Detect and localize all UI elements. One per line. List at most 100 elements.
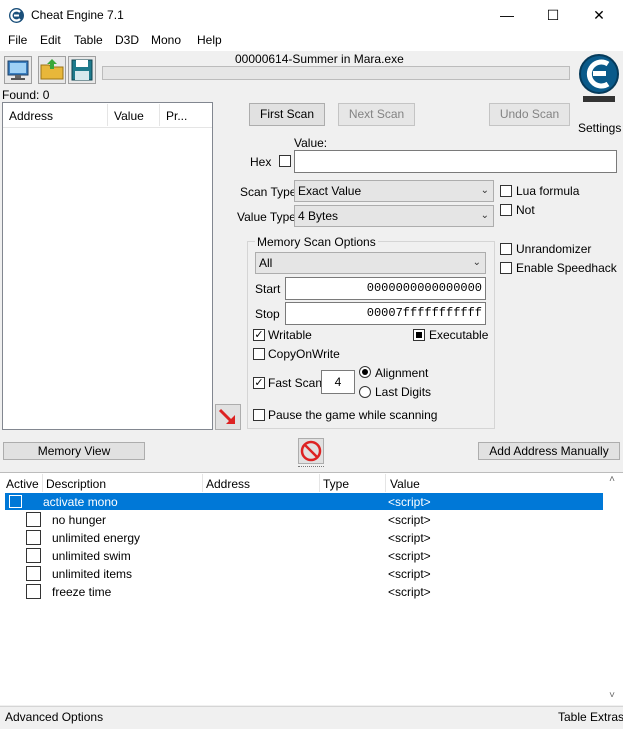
value-type-select[interactable]: 4 Bytes ⌄ xyxy=(294,205,494,227)
copy-on-write-checkbox[interactable] xyxy=(253,348,265,360)
value-label: Value: xyxy=(294,136,328,150)
row-value: <script> xyxy=(388,495,431,509)
memory-region-value: All xyxy=(259,256,273,270)
results-col-value[interactable]: Value xyxy=(114,109,144,123)
save-icon xyxy=(71,59,93,81)
scan-type-label: Scan Type xyxy=(240,185,297,199)
splitter-handle[interactable] xyxy=(298,466,324,470)
last-digits-label: Last Digits xyxy=(375,385,432,399)
row-active-checkbox[interactable] xyxy=(26,566,41,581)
table-col-active[interactable]: Active xyxy=(6,477,39,491)
process-name: 00000614-Summer in Mara.exe xyxy=(235,52,404,66)
menu-table[interactable]: Table xyxy=(74,33,103,47)
add-address-manually-button[interactable]: Add Address Manually xyxy=(478,442,620,460)
lua-formula-checkbox[interactable] xyxy=(500,185,512,197)
speedhack-checkbox[interactable] xyxy=(500,262,512,274)
table-col-address[interactable]: Address xyxy=(206,477,250,491)
stop-icon[interactable] xyxy=(298,438,324,464)
fast-scan-checkbox[interactable]: ✓ xyxy=(253,377,265,389)
fast-scan-value: 4 xyxy=(334,375,342,389)
col-divider xyxy=(107,104,108,126)
cheat-engine-logo-icon[interactable] xyxy=(577,52,621,104)
row-value: <script> xyxy=(388,567,431,581)
menu-edit[interactable]: Edit xyxy=(40,33,61,47)
value-type-label: Value Type xyxy=(237,210,296,224)
pause-game-label: Pause the game while scanning xyxy=(268,408,438,422)
row-description: activate mono xyxy=(43,495,118,509)
settings-label[interactable]: Settings xyxy=(578,121,621,135)
alignment-radio[interactable] xyxy=(359,366,371,378)
start-address-value: 0000000000000000 xyxy=(366,281,482,295)
pause-game-checkbox[interactable] xyxy=(253,409,265,421)
row-value: <script> xyxy=(388,513,431,527)
next-scan-button[interactable]: Next Scan xyxy=(338,103,415,126)
scan-type-select[interactable]: Exact Value ⌄ xyxy=(294,180,494,202)
advanced-options-link[interactable]: Advanced Options xyxy=(5,710,103,724)
results-col-previous[interactable]: Pr... xyxy=(166,109,187,123)
last-digits-radio[interactable] xyxy=(359,386,371,398)
computer-icon xyxy=(7,60,29,80)
window-title: Cheat Engine 7.1 xyxy=(31,8,124,22)
row-active-checkbox[interactable] xyxy=(26,530,41,545)
copy-on-write-label: CopyOnWrite xyxy=(268,347,340,361)
fast-scan-label: Fast Scan xyxy=(268,376,323,390)
col-divider xyxy=(159,104,160,126)
results-col-address[interactable]: Address xyxy=(9,109,53,123)
memory-region-select[interactable]: All ⌄ xyxy=(255,252,486,274)
menu-help[interactable]: Help xyxy=(197,33,222,47)
writable-label: Writable xyxy=(268,328,312,342)
row-active-checkbox[interactable] xyxy=(9,495,22,508)
menu-mono[interactable]: Mono xyxy=(151,33,181,47)
not-label: Not xyxy=(516,203,535,217)
fast-scan-input[interactable]: 4 xyxy=(321,370,355,394)
results-list[interactable] xyxy=(2,102,213,430)
close-button[interactable]: ✕ xyxy=(576,0,622,31)
unrandomizer-checkbox[interactable] xyxy=(500,243,512,255)
scroll-down-icon[interactable]: ˅ xyxy=(606,690,618,702)
table-col-type[interactable]: Type xyxy=(323,477,349,491)
undo-scan-button[interactable]: Undo Scan xyxy=(489,103,570,126)
first-scan-button[interactable]: First Scan xyxy=(249,103,325,126)
unrandomizer-label: Unrandomizer xyxy=(516,242,592,256)
start-address-input[interactable]: 0000000000000000 xyxy=(285,277,486,300)
hex-label: Hex xyxy=(250,155,272,169)
speedhack-label: Enable Speedhack xyxy=(516,261,617,275)
table-col-value[interactable]: Value xyxy=(390,477,420,491)
chevron-down-icon: ⌄ xyxy=(480,185,489,196)
open-file-button[interactable] xyxy=(38,56,66,84)
alignment-label: Alignment xyxy=(375,366,429,380)
open-process-button[interactable] xyxy=(4,56,32,84)
row-active-checkbox[interactable] xyxy=(26,512,41,527)
row-description: freeze time xyxy=(52,585,112,599)
row-active-checkbox[interactable] xyxy=(26,584,41,599)
scan-progress-bar xyxy=(102,66,570,80)
scroll-up-icon[interactable]: ˄ xyxy=(606,474,618,486)
save-button[interactable] xyxy=(68,56,96,84)
stop-label: Stop xyxy=(255,307,280,321)
chevron-down-icon: ⌄ xyxy=(480,210,489,221)
row-description: unlimited swim xyxy=(52,549,131,563)
minimize-button[interactable]: — xyxy=(484,0,530,31)
stop-address-input[interactable]: 00007fffffffffff xyxy=(285,302,486,325)
table-col-description[interactable]: Description xyxy=(46,477,106,491)
row-active-checkbox[interactable] xyxy=(26,548,41,563)
menu-file[interactable]: File xyxy=(8,33,27,47)
folder-icon xyxy=(40,59,64,80)
col-divider xyxy=(202,474,203,492)
hex-checkbox[interactable] xyxy=(279,155,291,167)
maximize-button[interactable]: ☐ xyxy=(530,0,576,31)
menu-d3d[interactable]: D3D xyxy=(115,33,139,47)
value-input[interactable] xyxy=(294,150,617,173)
executable-checkbox[interactable] xyxy=(413,329,425,341)
memory-view-button[interactable]: Memory View xyxy=(3,442,145,460)
stop-address-value: 00007fffffffffff xyxy=(366,306,482,320)
table-extras-link[interactable]: Table Extras xyxy=(558,710,623,724)
not-checkbox[interactable] xyxy=(500,204,512,216)
lua-formula-label: Lua formula xyxy=(516,184,580,198)
executable-label: Executable xyxy=(429,328,489,342)
row-value: <script> xyxy=(388,531,431,545)
add-to-list-button[interactable] xyxy=(215,404,241,430)
col-divider xyxy=(385,474,386,492)
writable-checkbox[interactable]: ✓ xyxy=(253,329,265,341)
chevron-down-icon: ⌄ xyxy=(472,257,481,268)
